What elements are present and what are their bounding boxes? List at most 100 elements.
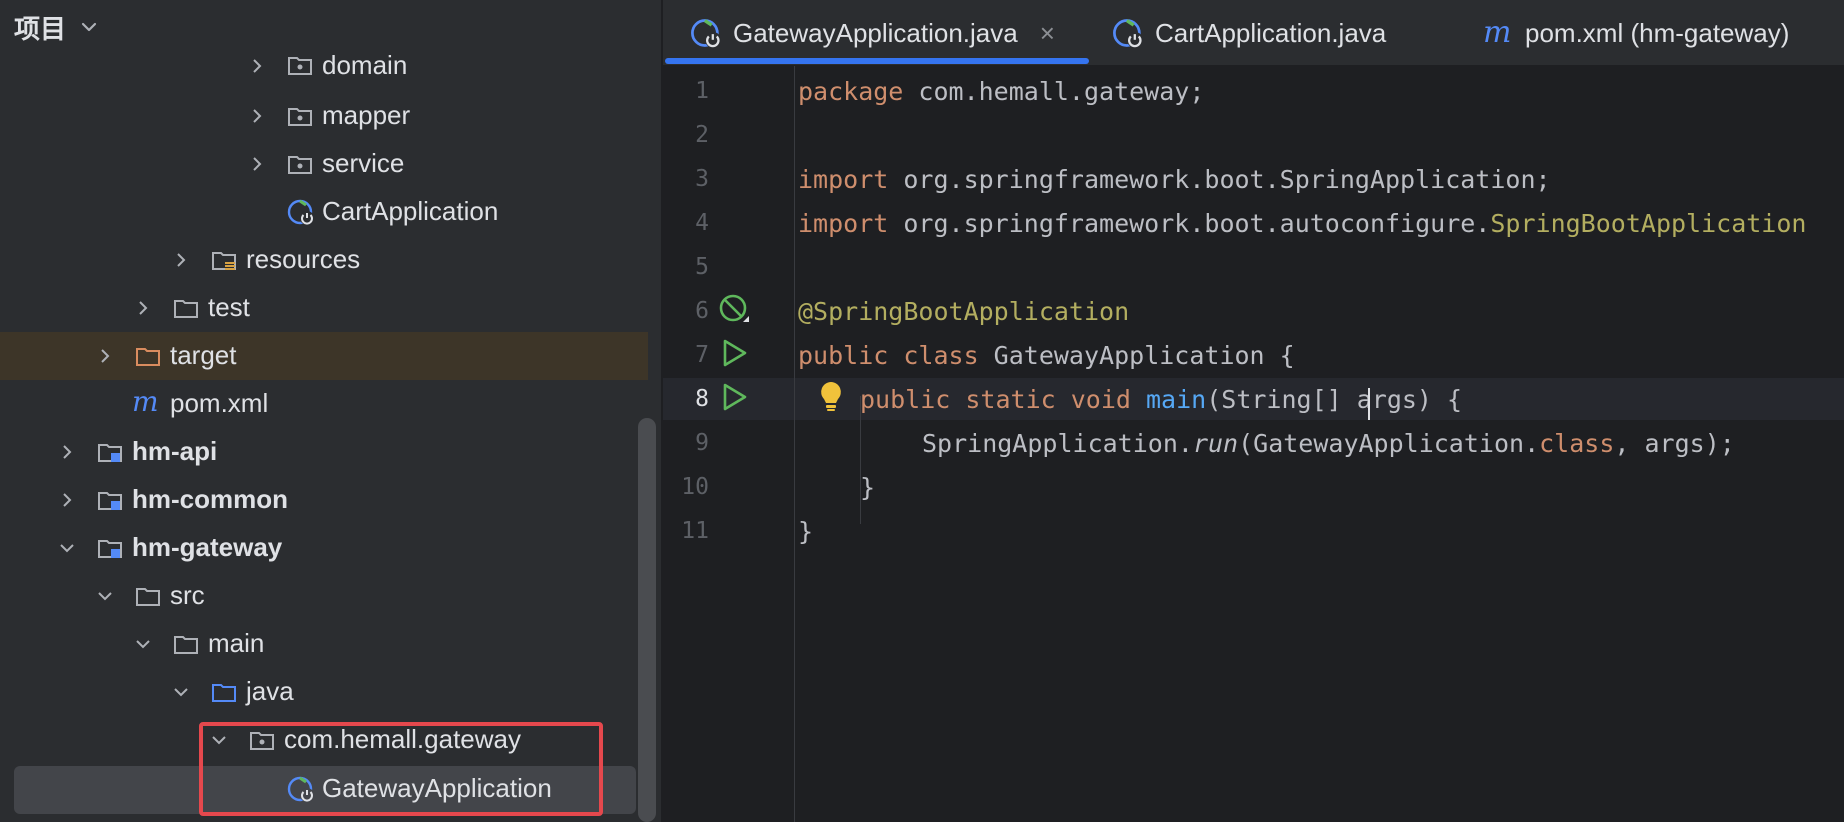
code-text: (String[] args): [1206, 385, 1432, 414]
chevron-right-icon[interactable]: [134, 299, 152, 317]
chevron-down-icon[interactable]: [172, 683, 190, 701]
annotation-text: @SpringBootApplication: [798, 297, 1130, 326]
keyword: import: [798, 165, 889, 194]
tree-item-label: main: [208, 628, 265, 658]
tree-item-mapper[interactable]: mapper: [0, 92, 648, 140]
code-line-8: public static void main(String[] args) {: [860, 385, 1462, 425]
package-icon: [288, 156, 312, 174]
project-panel: 项目 domain mapper service CartApplication: [0, 0, 662, 822]
text-caret: [1368, 388, 1370, 420]
line-number: 2: [695, 122, 709, 148]
tree-item-test[interactable]: test: [0, 284, 648, 332]
tab-gatewayapplication-java[interactable]: GatewayApplication.java ×: [689, 0, 1055, 66]
tree-item-main[interactable]: main: [0, 620, 648, 668]
project-panel-header[interactable]: 项目: [0, 0, 662, 54]
function-name: main: [1146, 385, 1207, 414]
project-panel-title[interactable]: 项目: [14, 9, 66, 46]
line-number: 10: [681, 474, 709, 500]
folder-icon: [174, 300, 198, 318]
code-line-10: }: [860, 473, 875, 513]
chevron-right-icon[interactable]: [58, 491, 76, 509]
project-tree: domain mapper service CartApplication re…: [0, 48, 648, 822]
chevron-down-icon[interactable]: [134, 635, 152, 653]
line-number: 4: [695, 210, 709, 236]
tree-item-label: hm-api: [132, 436, 218, 466]
editor-tab-bar: GatewayApplication.java × CartApplicatio…: [663, 0, 1844, 66]
tree-item-target[interactable]: target: [0, 332, 648, 380]
excluded-folder-icon: [136, 348, 160, 366]
chevron-right-icon[interactable]: [248, 107, 266, 125]
chevron-right-icon[interactable]: [248, 57, 266, 75]
tree-item-label: pom.xml: [170, 388, 269, 418]
tree-item-java[interactable]: java: [0, 668, 648, 716]
tree-item-hm-common[interactable]: hm-common: [0, 476, 648, 524]
code-line-4: import org.springframework.boot.autoconf…: [798, 209, 1806, 249]
source-folder-icon: [212, 684, 236, 702]
line-number: 1: [695, 78, 709, 104]
package-icon: [288, 57, 312, 75]
line-number: 3: [695, 166, 709, 192]
keyword: public class: [798, 341, 979, 370]
gutter-divider: [794, 66, 795, 822]
chevron-down-icon[interactable]: [96, 587, 114, 605]
code-editor: GatewayApplication.java × CartApplicatio…: [663, 0, 1844, 822]
tab-pom-xml[interactable]: m pom.xml (hm-gateway): [1481, 0, 1789, 66]
tree-item-service[interactable]: service: [0, 140, 648, 188]
project-scrollbar[interactable]: [638, 418, 656, 822]
module-icon: [98, 492, 122, 510]
code-line-6: @SpringBootApplication: [798, 297, 1129, 337]
run-icon[interactable]: [717, 336, 751, 370]
tree-item-label: java: [246, 676, 294, 706]
package-icon: [288, 108, 312, 126]
close-icon[interactable]: ×: [1040, 18, 1055, 49]
annotation-text: SpringBootApplication: [1490, 209, 1807, 238]
code-line-7: public class GatewayApplication {: [798, 341, 1295, 381]
tree-item-label: test: [208, 292, 250, 322]
editor-gutter: 1 2 3 4 5 6 7 8 9 10 11: [663, 66, 793, 822]
tree-item-label: mapper: [322, 100, 411, 130]
code-text: com.hemall.gateway;: [903, 77, 1205, 106]
code-text: (GatewayApplication.: [1238, 429, 1540, 458]
annotation-highlight-box: [199, 722, 603, 816]
chevron-right-icon[interactable]: [58, 443, 76, 461]
chevron-down-icon[interactable]: [58, 539, 76, 557]
tab-label: pom.xml (hm-gateway): [1525, 17, 1790, 48]
chevron-right-icon[interactable]: [96, 347, 114, 365]
folder-icon: [174, 636, 198, 654]
tree-item-domain[interactable]: domain: [0, 48, 648, 92]
tree-item-label: domain: [322, 50, 408, 80]
spring-class-icon: [1113, 19, 1143, 48]
svg-text:m: m: [132, 389, 159, 417]
module-icon: [98, 444, 122, 462]
tree-item-pom-xml[interactable]: m pom.xml: [0, 380, 648, 428]
tree-item-label: CartApplication: [322, 196, 499, 226]
tree-item-resources[interactable]: resources: [0, 236, 648, 284]
keyword: import: [798, 209, 889, 238]
lightbulb-icon[interactable]: [818, 380, 844, 412]
code-text: run: [1192, 429, 1239, 458]
chevron-right-icon[interactable]: [248, 155, 266, 173]
code-area[interactable]: package com.hemall.gateway; import org.s…: [798, 66, 1844, 822]
spring-class-icon: [287, 199, 314, 225]
tab-cartapplication-java[interactable]: CartApplication.java: [1111, 0, 1386, 66]
tree-item-hm-gateway[interactable]: hm-gateway: [0, 524, 648, 572]
tree-item-label: hm-common: [132, 484, 288, 514]
line-number: 5: [695, 254, 709, 280]
code-text: GatewayApplication {: [978, 341, 1295, 370]
tree-item-src[interactable]: src: [0, 572, 648, 620]
tree-item-hm-api[interactable]: hm-api: [0, 428, 648, 476]
code-text: org.springframework.boot.SpringApplicati…: [888, 165, 1551, 194]
chevron-right-icon[interactable]: [172, 251, 190, 269]
tree-item-cartapplication[interactable]: CartApplication: [0, 188, 648, 236]
resources-folder-icon: [212, 252, 236, 270]
tab-label: GatewayApplication.java: [733, 17, 1018, 48]
code-text: SpringApplication.: [922, 429, 1193, 458]
no-bean-icon[interactable]: [717, 292, 751, 326]
line-number: 11: [681, 518, 709, 544]
tree-item-label: src: [170, 580, 205, 610]
spring-class-icon: [691, 19, 721, 48]
chevron-down-icon[interactable]: [78, 16, 100, 38]
run-icon[interactable]: [717, 380, 751, 414]
code-line-9: SpringApplication.run(GatewayApplication…: [922, 429, 1735, 469]
active-tab-indicator: [665, 58, 1089, 64]
